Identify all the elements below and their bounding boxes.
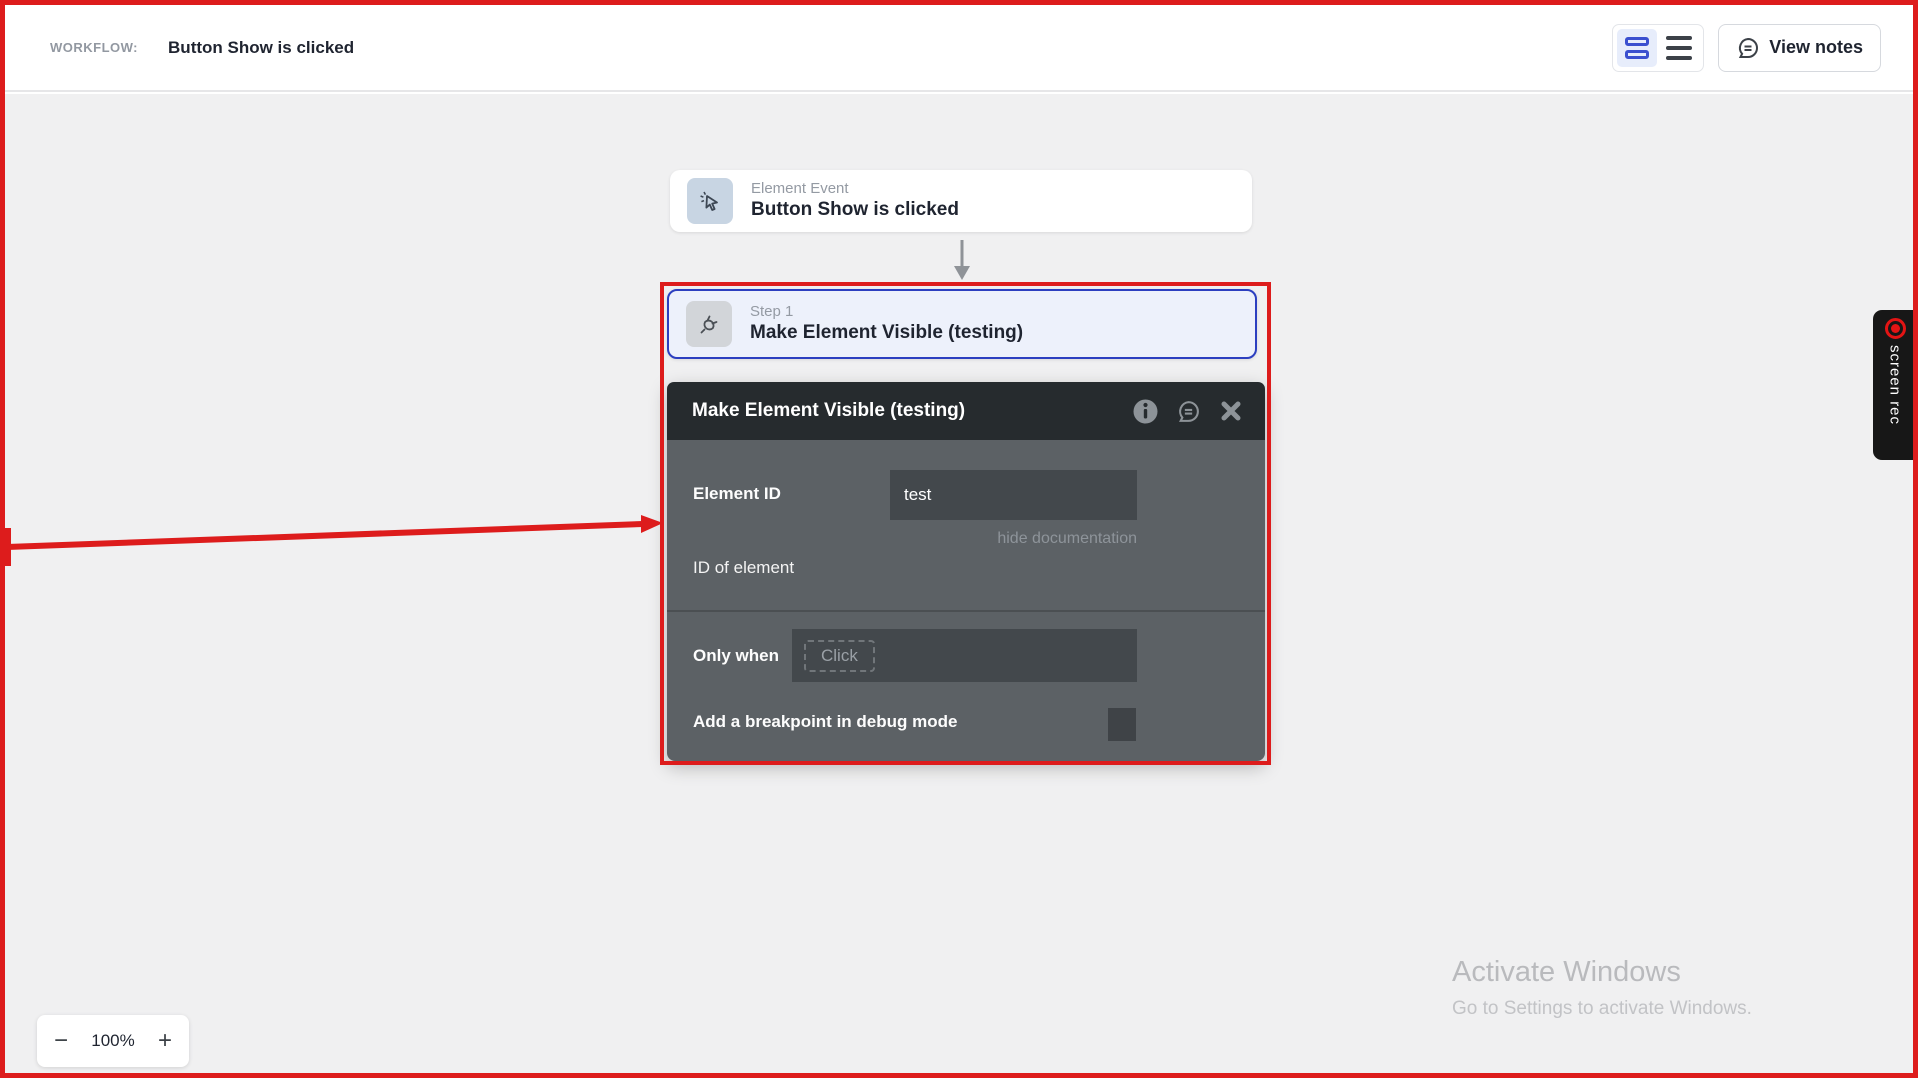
cursor-click-icon bbox=[687, 178, 733, 224]
list-view-icon bbox=[1666, 36, 1692, 60]
zoom-level: 100% bbox=[91, 1031, 134, 1051]
list-view-button[interactable] bbox=[1659, 29, 1699, 67]
step-node[interactable]: Step 1 Make Element Visible (testing) bbox=[667, 289, 1257, 359]
workflow-label: WORKFLOW: bbox=[50, 40, 138, 55]
zoom-out-button[interactable]: − bbox=[54, 1029, 68, 1053]
plug-icon bbox=[686, 301, 732, 347]
view-toggle-group bbox=[1612, 24, 1704, 72]
cards-view-button[interactable] bbox=[1617, 29, 1657, 67]
event-node[interactable]: Element Event Button Show is clicked bbox=[670, 170, 1252, 232]
dialog-header[interactable]: Make Element Visible (testing) bbox=[667, 382, 1265, 440]
zoom-in-button[interactable]: + bbox=[158, 1029, 172, 1053]
record-icon bbox=[1885, 318, 1906, 339]
workflow-canvas[interactable]: Element Event Button Show is clicked bbox=[5, 94, 1913, 1075]
step-node-kind: Step 1 bbox=[750, 303, 1023, 321]
screenrec-label: screen rec bbox=[1887, 345, 1904, 425]
cards-view-icon bbox=[1625, 37, 1649, 59]
zoom-control: − 100% + bbox=[37, 1015, 189, 1067]
element-id-input[interactable] bbox=[890, 470, 1137, 520]
dialog-body: Element ID hide documentation ID of elem… bbox=[667, 440, 1265, 761]
event-node-kind: Element Event bbox=[751, 180, 959, 198]
screenrec-tab[interactable]: screen rec bbox=[1873, 310, 1917, 460]
only-when-placeholder[interactable]: Click bbox=[804, 640, 875, 672]
watermark-subtitle: Go to Settings to activate Windows. bbox=[1452, 998, 1752, 1020]
header-controls: View notes bbox=[1612, 24, 1881, 72]
breakpoint-label: Add a breakpoint in debug mode bbox=[693, 712, 957, 732]
annotation-arrow bbox=[5, 512, 665, 568]
breakpoint-checkbox[interactable] bbox=[1108, 708, 1136, 741]
workflow-header: WORKFLOW: Button Show is clicked View no… bbox=[5, 5, 1913, 92]
only-when-input[interactable]: Click bbox=[792, 629, 1137, 682]
hide-documentation-link[interactable]: hide documentation bbox=[997, 530, 1137, 548]
element-id-label: Element ID bbox=[693, 484, 781, 504]
info-icon[interactable] bbox=[1131, 397, 1159, 425]
element-id-help-text: ID of element bbox=[693, 558, 794, 578]
step-node-text: Step 1 Make Element Visible (testing) bbox=[750, 303, 1023, 345]
workflow-editor: WORKFLOW: Button Show is clicked View no… bbox=[0, 0, 1920, 1080]
step-node-title: Make Element Visible (testing) bbox=[750, 322, 1023, 345]
view-notes-label: View notes bbox=[1769, 37, 1863, 58]
notes-bubble-icon bbox=[1736, 36, 1760, 60]
activate-windows-watermark: Activate Windows Go to Settings to activ… bbox=[1452, 956, 1752, 1020]
comment-icon[interactable] bbox=[1174, 397, 1202, 425]
workflow-name: Button Show is clicked bbox=[168, 38, 354, 58]
watermark-title: Activate Windows bbox=[1452, 956, 1752, 989]
close-icon[interactable] bbox=[1217, 397, 1245, 425]
dialog-title: Make Element Visible (testing) bbox=[692, 400, 965, 422]
event-node-text: Element Event Button Show is clicked bbox=[751, 180, 959, 222]
only-when-label: Only when bbox=[693, 646, 779, 666]
event-node-title: Button Show is clicked bbox=[751, 199, 959, 222]
view-notes-button[interactable]: View notes bbox=[1718, 24, 1881, 72]
action-properties-dialog: Make Element Visible (testing) bbox=[667, 382, 1265, 761]
dialog-divider bbox=[667, 610, 1265, 612]
dialog-header-icons bbox=[1131, 397, 1245, 425]
connector-arrow-icon bbox=[949, 240, 975, 282]
